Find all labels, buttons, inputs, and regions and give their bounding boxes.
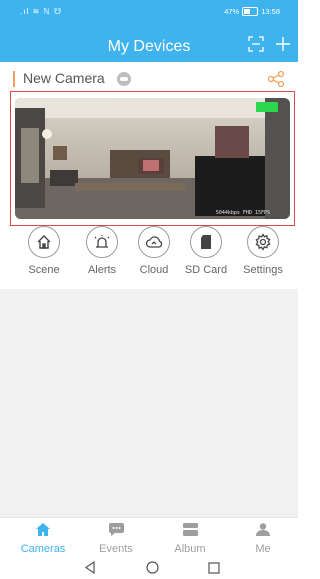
house-icon	[28, 226, 60, 258]
video-frame[interactable]: 2020-06-17 Wed 13:57:30 5044kbps FHD 15F…	[10, 91, 295, 226]
recents-icon[interactable]	[208, 561, 220, 579]
person-icon	[256, 523, 270, 536]
camera-title-row: New Camera	[13, 70, 288, 88]
tool-label: Scene	[28, 264, 60, 276]
alarm-icon	[86, 226, 118, 258]
tool-settings[interactable]: Settings	[233, 226, 293, 276]
cloud-status-icon	[117, 72, 131, 86]
video-timestamp: 2020-06-17 Wed 13:57:30	[29, 102, 106, 108]
scan-icon[interactable]	[248, 36, 264, 57]
live-video[interactable]: 2020-06-17 Wed 13:57:30 5044kbps FHD 15F…	[15, 98, 290, 219]
camera-tools: Scene Alerts Cloud SD Card Settings	[0, 226, 298, 281]
tool-label: SD Card	[184, 264, 228, 276]
camera-name[interactable]: New Camera	[23, 70, 105, 86]
tab-cameras[interactable]: Cameras	[13, 523, 73, 555]
tab-me[interactable]: Me	[233, 523, 293, 555]
video-scene	[15, 98, 290, 219]
tab-album[interactable]: Album	[160, 523, 220, 555]
share-icon[interactable]	[267, 70, 285, 88]
tool-label: Settings	[243, 264, 283, 276]
tool-sd-card[interactable]: SD Card	[176, 226, 236, 276]
gear-icon	[247, 226, 279, 258]
device-list-empty-area	[0, 289, 298, 517]
tool-cloud[interactable]: Cloud	[124, 226, 184, 276]
status-right: 47% 13:58	[224, 7, 280, 16]
tool-scene[interactable]: Scene	[14, 226, 74, 276]
video-bitrate: 5044kbps FHD 15FPS	[215, 210, 270, 216]
signal-badge	[256, 102, 278, 112]
album-icon	[182, 523, 198, 536]
tab-label: Me	[255, 543, 271, 555]
status-icons: .ıl ≋ ℕ ☋	[20, 7, 63, 16]
app-header: .ıl ≋ ℕ ☋ 47% 13:58 My Devices	[0, 0, 298, 62]
chat-icon	[108, 523, 124, 536]
home-button-icon[interactable]	[146, 561, 159, 579]
back-icon[interactable]	[84, 560, 96, 579]
cloud-icon	[138, 226, 170, 258]
battery-percent: 47%	[224, 7, 240, 16]
tab-events[interactable]: Events	[86, 523, 146, 555]
sd-card-icon	[190, 226, 222, 258]
tab-label: Events	[99, 543, 133, 555]
system-navigation-bar	[0, 557, 298, 579]
camera-accent-bar	[13, 71, 15, 87]
tab-label: Cameras	[20, 543, 66, 555]
home-icon	[36, 523, 50, 536]
tool-label: Cloud	[139, 264, 169, 276]
bottom-tabbar: Cameras Events Album Me	[0, 517, 298, 558]
tool-alerts[interactable]: Alerts	[72, 226, 132, 276]
tool-label: Alerts	[87, 264, 117, 276]
clock: 13:58	[261, 7, 280, 16]
battery-icon	[242, 7, 259, 16]
add-device-icon[interactable]	[275, 36, 291, 57]
tab-label: Album	[174, 543, 206, 555]
